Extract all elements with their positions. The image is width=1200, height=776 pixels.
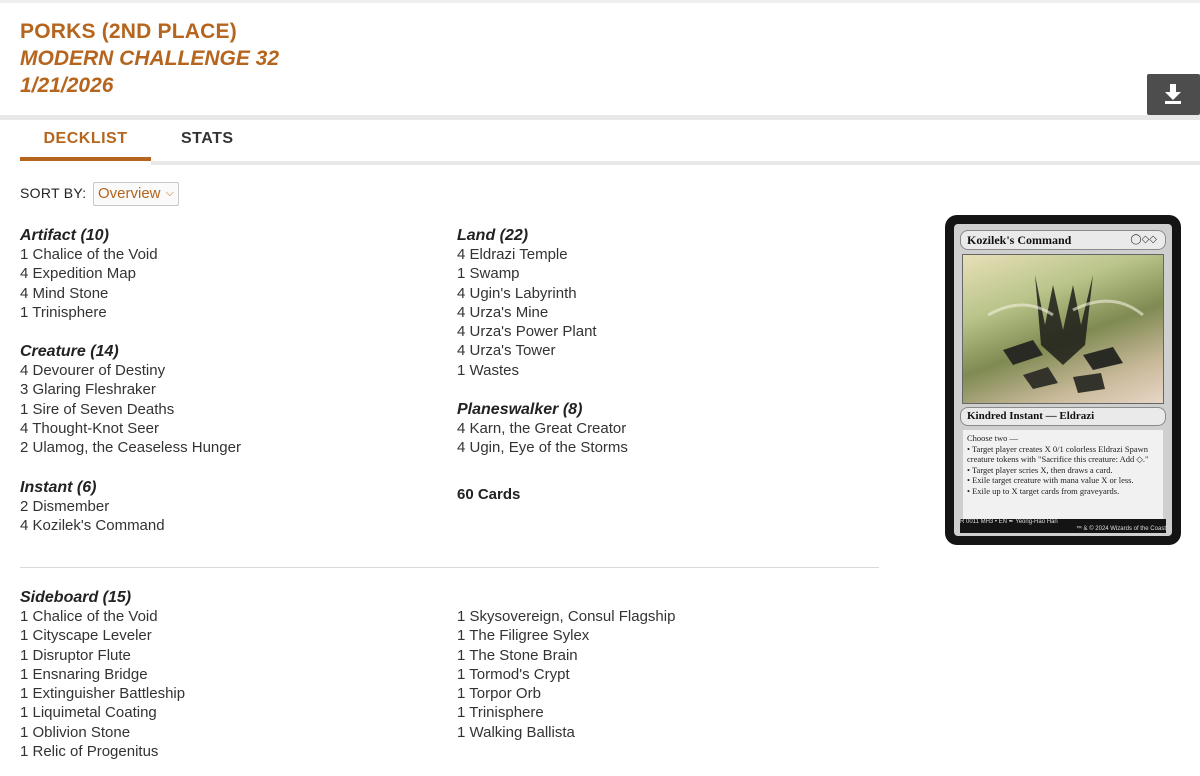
card-rules-text: Choose two — • Target player creates X 0… bbox=[963, 430, 1163, 520]
card-footer-left: R 0011 MH3 • EN ✒ Yeong-Hao Han bbox=[960, 519, 1058, 525]
card-type: Kindred Instant — Eldrazi bbox=[967, 410, 1095, 422]
event-date: 1/21/2026 bbox=[20, 74, 114, 97]
chevron-down-icon: ⌵ bbox=[165, 187, 174, 199]
group-title: Land (22) bbox=[457, 227, 529, 244]
mana-cost-icon: ◯◇◇ bbox=[1130, 234, 1157, 245]
group-title: Creature (14) bbox=[20, 343, 119, 360]
card-entry[interactable]: 4 Urza's Mine bbox=[457, 303, 597, 322]
card-entry[interactable]: 1 Ensnaring Bridge bbox=[20, 665, 185, 684]
card-entry[interactable]: 4 Eldrazi Temple bbox=[457, 245, 597, 264]
event-name: MODERN CHALLENGE 32 bbox=[20, 47, 280, 70]
card-type-bar: Kindred Instant — Eldrazi bbox=[960, 407, 1166, 426]
tab-decklist[interactable]: DECKLIST bbox=[20, 130, 151, 148]
top-border bbox=[0, 0, 1200, 3]
card-entry[interactable]: 1 Trinisphere bbox=[20, 303, 158, 322]
group-artifact: Artifact (10) 1 Chalice of the Void 4 Ex… bbox=[20, 226, 158, 322]
card-text-line: • Exile up to X target cards from gravey… bbox=[967, 485, 1120, 496]
card-footer-right: ™ & © 2024 Wizards of the Coast bbox=[1075, 526, 1166, 532]
card-frame: Kozilek's Command ◯◇◇ Kindred Instant — … bbox=[954, 224, 1172, 536]
active-tab-indicator bbox=[20, 157, 151, 161]
group-title: Artifact (10) bbox=[20, 227, 109, 244]
card-entry[interactable]: 4 Karn, the Great Creator bbox=[457, 419, 628, 438]
card-entry[interactable]: 1 The Stone Brain bbox=[457, 646, 675, 665]
sideboard-col-1: Sideboard (15) 1 Chalice of the Void 1 C… bbox=[20, 588, 185, 761]
card-entry[interactable]: 1 The Filigree Sylex bbox=[457, 626, 675, 645]
tab-stats[interactable]: STATS bbox=[181, 130, 234, 148]
group-creature: Creature (14) 4 Devourer of Destiny 3 Gl… bbox=[20, 342, 241, 457]
sideboard-col-2: 1 Skysovereign, Consul Flagship 1 The Fi… bbox=[457, 607, 675, 742]
card-entry[interactable]: 1 Wastes bbox=[457, 361, 597, 380]
sort-select[interactable]: Overview ⌵ bbox=[93, 182, 179, 206]
card-entry[interactable]: 2 Ulamog, the Ceaseless Hunger bbox=[20, 438, 241, 457]
deck-title: PORKS (2ND PLACE) bbox=[20, 20, 237, 43]
card-entry[interactable]: 4 Ugin's Labyrinth bbox=[457, 284, 597, 303]
download-button[interactable] bbox=[1147, 74, 1200, 115]
group-planeswalker: Planeswalker (8) 4 Karn, the Great Creat… bbox=[457, 400, 628, 458]
card-entry[interactable]: 1 Torpor Orb bbox=[457, 684, 675, 703]
tabs-divider bbox=[151, 161, 1200, 165]
deck-header: PORKS (2ND PLACE) MODERN CHALLENGE 32 1/… bbox=[20, 18, 279, 99]
card-text-line: • Target player scries X, then draws a c… bbox=[967, 464, 1113, 475]
card-entry[interactable]: 4 Ugin, Eye of the Storms bbox=[457, 438, 628, 457]
card-art bbox=[962, 254, 1164, 404]
card-entry[interactable]: 1 Chalice of the Void bbox=[20, 607, 185, 626]
card-entry[interactable]: 1 Swamp bbox=[457, 264, 597, 283]
group-land: Land (22) 4 Eldrazi Temple 1 Swamp 4 Ugi… bbox=[457, 226, 597, 380]
card-entry[interactable]: 1 Trinisphere bbox=[457, 703, 675, 722]
group-title: Instant (6) bbox=[20, 479, 97, 496]
card-name: Kozilek's Command bbox=[967, 233, 1072, 247]
card-entry[interactable]: 1 Relic of Progenitus bbox=[20, 742, 185, 761]
card-entry[interactable]: 4 Expedition Map bbox=[20, 264, 158, 283]
eldrazi-art-icon bbox=[987, 275, 1144, 393]
card-entry[interactable]: 4 Thought-Knot Seer bbox=[20, 419, 241, 438]
card-entry[interactable]: 3 Glaring Fleshraker bbox=[20, 380, 241, 399]
header-divider bbox=[0, 115, 1200, 120]
card-entry[interactable]: 1 Tormod's Crypt bbox=[457, 665, 675, 684]
card-entry[interactable]: 1 Extinguisher Battleship bbox=[20, 684, 185, 703]
sideboard-title: Sideboard (15) bbox=[20, 589, 132, 606]
card-entry[interactable]: 1 Chalice of the Void bbox=[20, 245, 158, 264]
card-entry[interactable]: 1 Liquimetal Coating bbox=[20, 703, 185, 722]
card-total: 60 Cards bbox=[457, 486, 521, 503]
download-icon bbox=[1165, 84, 1181, 104]
card-entry[interactable]: 2 Dismember bbox=[20, 497, 165, 516]
section-divider bbox=[20, 567, 879, 568]
card-entry[interactable]: 1 Skysovereign, Consul Flagship bbox=[457, 607, 675, 626]
card-entry[interactable]: 1 Sire of Seven Deaths bbox=[20, 400, 241, 419]
card-entry[interactable]: 4 Devourer of Destiny bbox=[20, 361, 241, 380]
group-instant: Instant (6) 2 Dismember 4 Kozilek's Comm… bbox=[20, 478, 165, 536]
card-entry[interactable]: 1 Oblivion Stone bbox=[20, 723, 185, 742]
card-entry[interactable]: 1 Cityscape Leveler bbox=[20, 626, 185, 645]
card-entry[interactable]: 4 Kozilek's Command bbox=[20, 516, 165, 535]
sort-selected-value: Overview bbox=[98, 185, 161, 202]
card-entry[interactable]: 1 Walking Ballista bbox=[457, 723, 675, 742]
card-entry[interactable]: 4 Urza's Tower bbox=[457, 341, 597, 360]
card-entry[interactable]: 4 Urza's Power Plant bbox=[457, 322, 597, 341]
group-title: Planeswalker (8) bbox=[457, 401, 583, 418]
sort-by-label: SORT BY: bbox=[20, 185, 87, 201]
card-text-line: • Target player creates X 0/1 colorless … bbox=[967, 443, 1149, 465]
card-name-bar: Kozilek's Command ◯◇◇ bbox=[960, 230, 1166, 250]
card-text-line: Choose two — bbox=[967, 433, 1018, 443]
card-preview: Kozilek's Command ◯◇◇ Kindred Instant — … bbox=[945, 215, 1181, 545]
card-entry[interactable]: 1 Disruptor Flute bbox=[20, 646, 185, 665]
card-entry[interactable]: 4 Mind Stone bbox=[20, 284, 158, 303]
card-footer: R 0011 MH3 • EN ✒ Yeong-Hao Han ™ & © 20… bbox=[960, 519, 1166, 533]
card-text-line: • Exile target creature with mana value … bbox=[967, 475, 1134, 485]
